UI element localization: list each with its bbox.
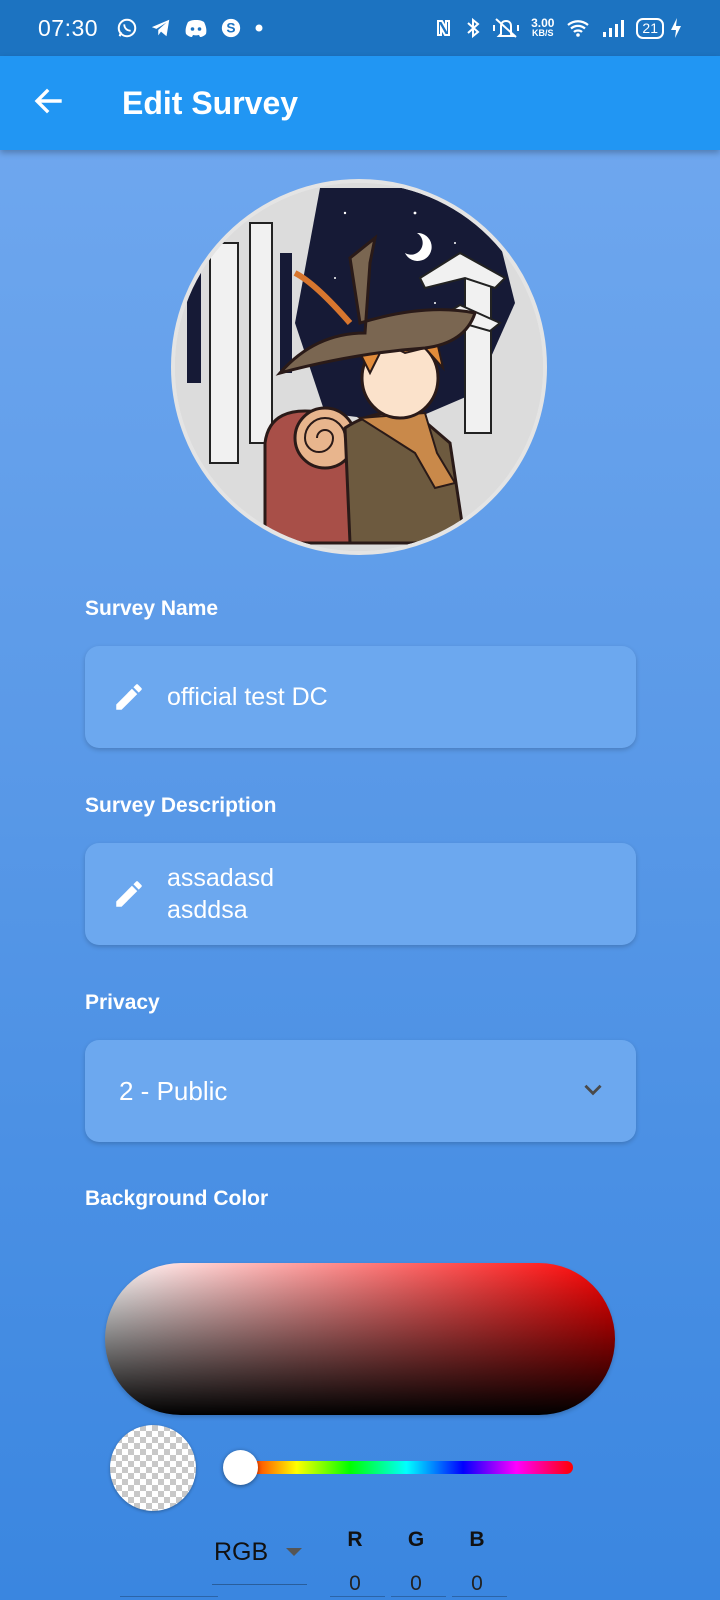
privacy-selected-value: 2 - Public bbox=[119, 1076, 228, 1106]
survey-illustration bbox=[175, 183, 543, 551]
skype-icon: S bbox=[220, 17, 242, 39]
edit-icon bbox=[109, 874, 149, 914]
wifi-icon bbox=[566, 18, 590, 38]
survey-name-value: official test DC bbox=[167, 683, 328, 711]
status-bar: 07:30 S 3.00 KB/S 21 bbox=[0, 0, 720, 56]
arrow-back-icon bbox=[32, 85, 64, 122]
hue-slider[interactable] bbox=[240, 1461, 573, 1474]
page-title: Edit Survey bbox=[122, 84, 299, 121]
telegram-icon bbox=[150, 17, 172, 39]
channel-r-value[interactable]: 0 bbox=[340, 1572, 370, 1596]
battery-icon: 21 bbox=[636, 17, 664, 39]
survey-name-label: Survey Name bbox=[85, 597, 219, 620]
charging-icon bbox=[670, 17, 682, 39]
mute-vibrate-icon bbox=[493, 17, 520, 39]
survey-name-field[interactable]: official test DC bbox=[85, 646, 636, 748]
channel-b-value[interactable]: 0 bbox=[462, 1572, 492, 1596]
color-preview-swatch bbox=[110, 1425, 196, 1511]
color-saturation-value-area[interactable] bbox=[105, 1263, 615, 1415]
survey-description-label: Survey Description bbox=[85, 794, 277, 817]
app-bar: Edit Survey bbox=[0, 56, 720, 150]
divider bbox=[452, 1596, 507, 1597]
status-bar-right: 3.00 KB/S 21 bbox=[435, 17, 682, 39]
network-speed: 3.00 KB/S bbox=[531, 16, 555, 38]
channel-g-label: G bbox=[407, 1528, 425, 1551]
discord-icon bbox=[184, 18, 208, 38]
edit-icon bbox=[109, 677, 149, 717]
divider bbox=[391, 1596, 446, 1597]
speed-value: 3.00 bbox=[531, 16, 555, 30]
hue-slider-thumb[interactable] bbox=[223, 1450, 258, 1485]
status-bar-left: 07:30 S bbox=[38, 15, 264, 42]
dropdown-caret-icon bbox=[286, 1548, 303, 1556]
survey-description-value: assadasd asddsa bbox=[167, 864, 275, 924]
whatsapp-icon bbox=[116, 17, 138, 39]
channel-g-value[interactable]: 0 bbox=[401, 1572, 431, 1596]
nfc-icon bbox=[435, 18, 453, 38]
bluetooth-icon bbox=[465, 17, 481, 39]
dot-icon bbox=[254, 23, 264, 33]
back-button[interactable] bbox=[0, 56, 96, 150]
status-time: 07:30 bbox=[38, 14, 99, 41]
divider bbox=[120, 1596, 218, 1597]
background-color-label: Background Color bbox=[85, 1187, 269, 1210]
signal-icon bbox=[602, 18, 625, 38]
svg-text:S: S bbox=[226, 21, 235, 36]
battery-level: 21 bbox=[642, 19, 658, 36]
channel-r-label: R bbox=[347, 1528, 363, 1551]
color-mode-dropdown[interactable]: RGB bbox=[212, 1538, 307, 1585]
survey-description-field[interactable]: assadasd asddsa bbox=[85, 843, 636, 945]
color-mode-value: RGB bbox=[214, 1538, 269, 1566]
speed-unit: KB/S bbox=[531, 28, 554, 38]
privacy-label: Privacy bbox=[85, 991, 160, 1014]
privacy-dropdown[interactable]: 2 - Public bbox=[85, 1040, 636, 1142]
survey-image[interactable] bbox=[171, 179, 547, 555]
channel-b-label: B bbox=[469, 1528, 485, 1551]
divider bbox=[330, 1596, 385, 1597]
chevron-down-icon bbox=[580, 1076, 606, 1107]
